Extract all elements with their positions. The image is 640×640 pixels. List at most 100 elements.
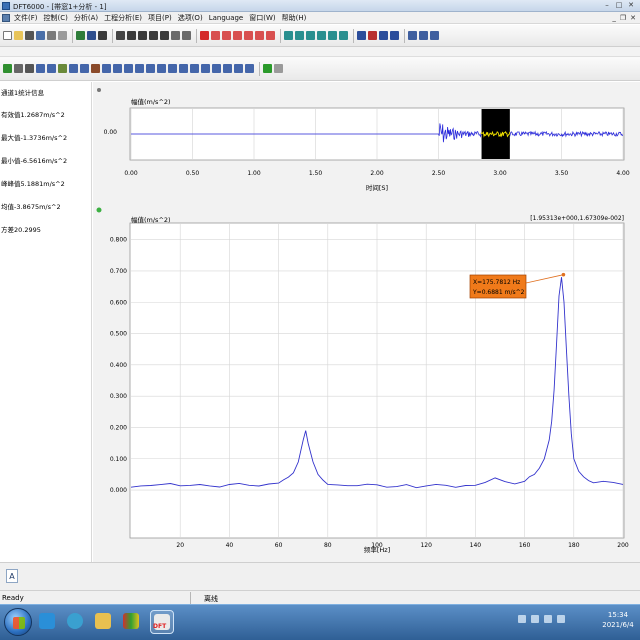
play-icon[interactable]	[263, 64, 272, 73]
tray-power-icon[interactable]	[557, 615, 565, 623]
stats-title: 通道1统计信息	[1, 89, 45, 97]
harmonic-cursor-icon[interactable]	[222, 31, 231, 40]
band-cursor-icon[interactable]	[233, 31, 242, 40]
transfer-icon[interactable]	[124, 64, 133, 73]
dropdown-icon[interactable]	[25, 31, 34, 40]
clock-date: 2021/6/4	[602, 621, 634, 629]
delete-cursor-icon[interactable]	[200, 31, 209, 40]
zoom-fit-icon[interactable]	[160, 31, 169, 40]
start-button[interactable]	[4, 608, 32, 636]
mdi-close-icon[interactable]: ✕	[630, 14, 636, 22]
filter-icon[interactable]	[58, 64, 67, 73]
tray-network-icon[interactable]	[518, 615, 526, 623]
envelope-icon[interactable]	[157, 64, 166, 73]
zoom-y-icon[interactable]	[149, 31, 158, 40]
menu-language[interactable]: Language	[209, 14, 244, 22]
menu-window[interactable]: 窗口(W)	[249, 13, 275, 23]
pen-icon[interactable]	[25, 64, 34, 73]
pointer-marker-icon[interactable]	[379, 31, 388, 40]
new-file-icon[interactable]	[3, 31, 12, 40]
arrow-last-icon[interactable]	[339, 31, 348, 40]
cascade-icon[interactable]	[223, 64, 232, 73]
save-icon[interactable]	[36, 31, 45, 40]
menu-project[interactable]: 项目(P)	[148, 13, 172, 23]
waveform-icon[interactable]	[36, 64, 45, 73]
taskbar-media[interactable]	[64, 610, 88, 634]
side-cursor-icon[interactable]	[255, 31, 264, 40]
time-xtick-label: 3.50	[555, 170, 569, 177]
clock[interactable]: 15:34 2021/6/4	[598, 610, 638, 630]
menu-options[interactable]: 选项(O)	[178, 13, 203, 23]
window-tile-icon[interactable]	[419, 31, 428, 40]
nyquist-icon[interactable]	[212, 64, 221, 73]
correlation-icon[interactable]	[135, 64, 144, 73]
spectrum-icon[interactable]	[47, 64, 56, 73]
taskbar-app[interactable]	[120, 610, 144, 634]
octave-icon[interactable]	[91, 64, 100, 73]
psd-icon[interactable]	[80, 64, 89, 73]
cursor-icon[interactable]	[116, 31, 125, 40]
delta-cursor-icon[interactable]	[244, 31, 253, 40]
taskbar-ie[interactable]	[36, 610, 60, 634]
move-icon[interactable]	[127, 31, 136, 40]
statistics-icon[interactable]	[234, 64, 243, 73]
pause-icon[interactable]	[274, 64, 283, 73]
cepstrum-icon[interactable]	[168, 64, 177, 73]
orbit-icon[interactable]	[190, 64, 199, 73]
window-list-icon[interactable]	[408, 31, 417, 40]
dft-label: DFT	[153, 623, 167, 630]
taskbar-dft[interactable]: DFT	[150, 610, 174, 634]
pointer-icon[interactable]	[357, 31, 366, 40]
zoom-in-icon[interactable]	[171, 31, 180, 40]
taskbar-explorer[interactable]	[92, 610, 116, 634]
menu-help[interactable]: 帮助(H)	[282, 13, 307, 23]
tray-flag-icon[interactable]	[544, 615, 552, 623]
channel-icon[interactable]	[3, 64, 12, 73]
ruler-icon[interactable]	[14, 64, 23, 73]
peak-marker[interactable]	[561, 272, 566, 277]
spectrum-chart[interactable]: 幅值(m/s^2) [1.95313e+000,1.67309e-002] 0.…	[96, 207, 629, 555]
menu-file[interactable]: 文件(F)	[14, 13, 38, 23]
zoom-out-icon[interactable]	[182, 31, 191, 40]
arrow-first-icon[interactable]	[328, 31, 337, 40]
menu-analysis[interactable]: 分析(A)	[74, 13, 98, 23]
mode-a-button[interactable]: A	[6, 569, 18, 583]
time-chart-handle-icon[interactable]	[97, 88, 101, 92]
arrow-left-icon[interactable]	[284, 31, 293, 40]
window-cascade-icon[interactable]	[430, 31, 439, 40]
pointer-red-icon[interactable]	[368, 31, 377, 40]
menu-control[interactable]: 控制(C)	[44, 13, 68, 23]
pointer-scale-icon[interactable]	[390, 31, 399, 40]
close-icon[interactable]: ✕	[626, 1, 636, 10]
preview-icon[interactable]	[58, 31, 67, 40]
waterfall-icon[interactable]	[102, 64, 111, 73]
tray-volume-icon[interactable]	[531, 615, 539, 623]
marker-cursor-icon[interactable]	[266, 31, 275, 40]
time-chart[interactable]: 幅值(m/s^2) 0.00 0.00 0.50 1.00 1.50 2.00 2.50 3…	[97, 88, 630, 192]
minimize-icon[interactable]: –	[602, 1, 612, 10]
layout-icon[interactable]	[87, 31, 96, 40]
bode-icon[interactable]	[201, 64, 210, 73]
order-icon[interactable]	[146, 64, 155, 73]
document-icon[interactable]	[2, 13, 10, 22]
histogram-icon[interactable]	[179, 64, 188, 73]
menu-engineering[interactable]: 工程分析(E)	[104, 13, 142, 23]
split-view-icon[interactable]	[98, 31, 107, 40]
grid-view-icon[interactable]	[76, 31, 85, 40]
app-icon	[2, 2, 10, 10]
print-icon[interactable]	[47, 31, 56, 40]
maximize-icon[interactable]: □	[614, 1, 624, 10]
fft-icon[interactable]	[69, 64, 78, 73]
open-folder-icon[interactable]	[14, 31, 23, 40]
arrow-right-icon[interactable]	[295, 31, 304, 40]
coherence-icon[interactable]	[113, 64, 122, 73]
peak-cursor-icon[interactable]	[211, 31, 220, 40]
mdi-restore-icon[interactable]: ❐	[620, 14, 626, 22]
spectrum-chart-handle-icon[interactable]	[96, 207, 102, 213]
sigma-icon[interactable]	[245, 64, 254, 73]
zoom-x-icon[interactable]	[138, 31, 147, 40]
arrow-down-icon[interactable]	[317, 31, 326, 40]
taskbar: DFT 15:34 2021/6/4	[0, 604, 640, 640]
mdi-minimize-icon[interactable]: _	[612, 14, 616, 22]
arrow-up-icon[interactable]	[306, 31, 315, 40]
